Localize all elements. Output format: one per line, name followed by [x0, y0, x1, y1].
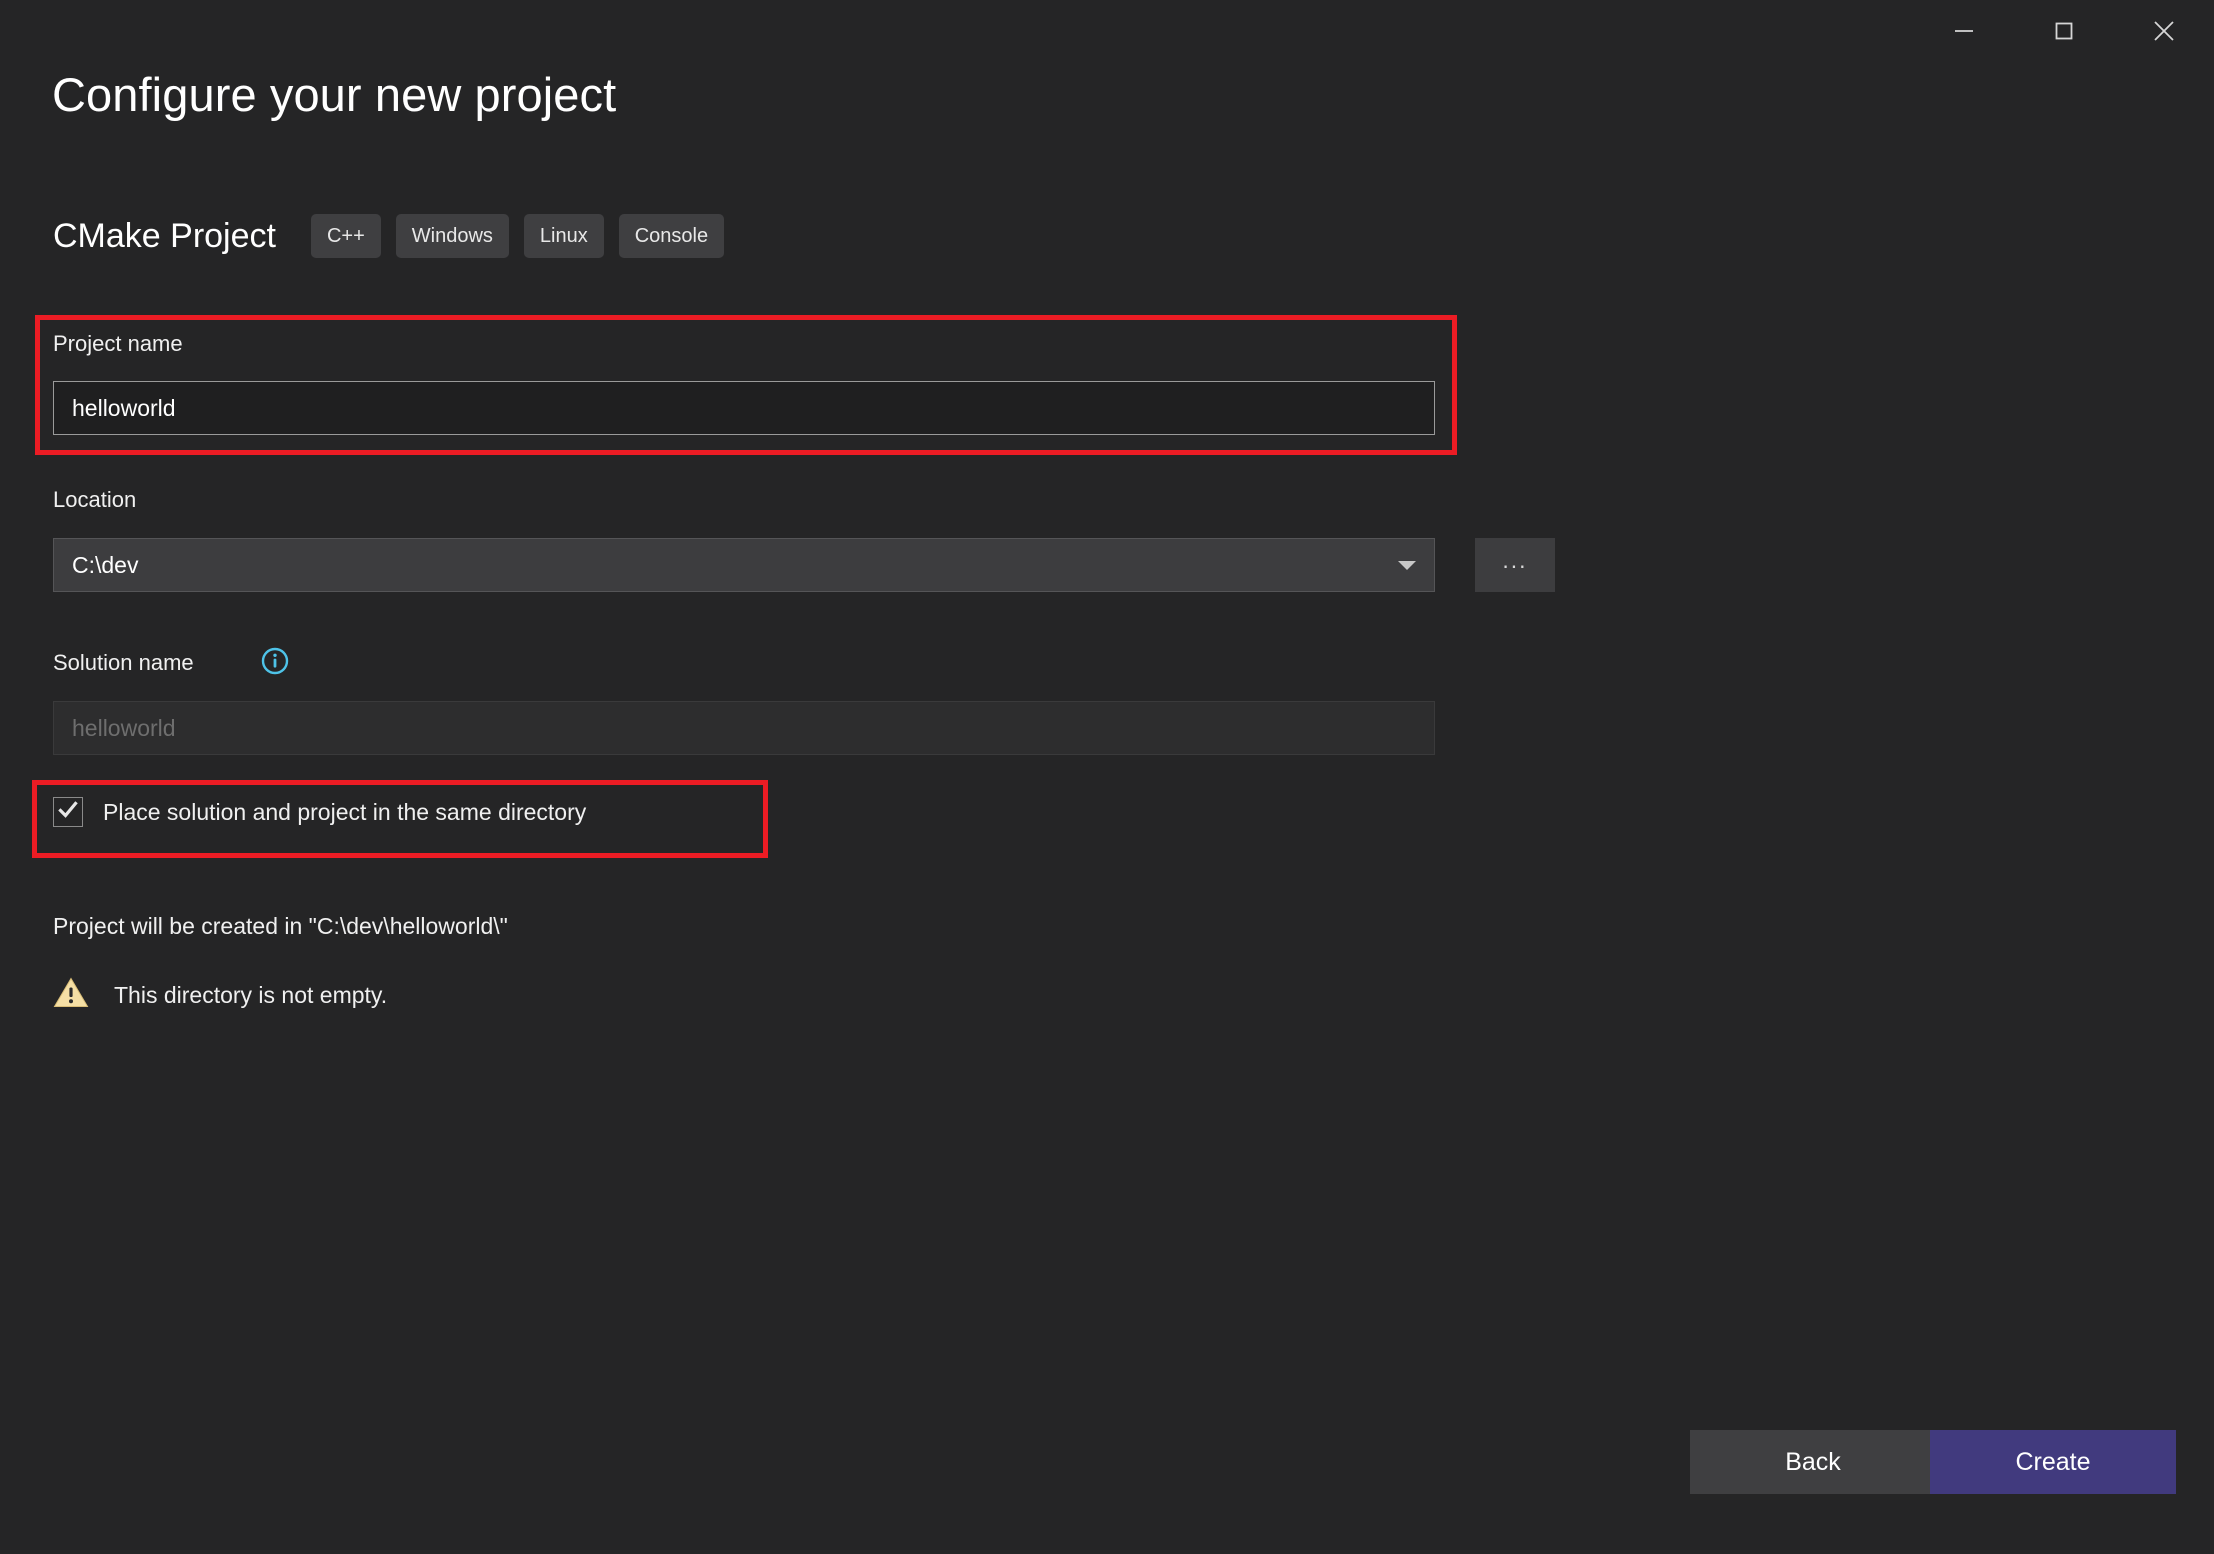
browse-location-button[interactable]: ... — [1475, 538, 1555, 592]
location-label: Location — [53, 487, 137, 512]
chevron-down-icon — [1398, 560, 1416, 570]
warning-triangle-icon — [53, 976, 89, 1014]
solution-name-label: Solution name — [53, 650, 194, 675]
tag-platform-linux: Linux — [523, 214, 604, 258]
close-icon — [2149, 16, 2179, 46]
info-circle-icon[interactable] — [261, 647, 289, 675]
maximize-icon — [2050, 17, 2078, 45]
location-value: C:\dev — [72, 551, 139, 578]
same-directory-checkbox-label: Place solution and project in the same d… — [103, 798, 587, 825]
minimize-icon — [1950, 17, 1978, 45]
tag-language: C++ — [310, 214, 381, 258]
project-name-label: Project name — [53, 331, 183, 356]
maximize-button[interactable] — [2014, 0, 2114, 62]
tag-platform-windows: Windows — [395, 214, 509, 258]
project-name-input[interactable]: helloworld — [53, 381, 1435, 435]
create-button[interactable]: Create — [1930, 1430, 2176, 1494]
dialog-footer: Back Create — [0, 1430, 2214, 1494]
template-summary: CMake Project C++ Windows Linux Console — [53, 212, 739, 260]
same-directory-checkbox-row[interactable]: Place solution and project in the same d… — [53, 797, 586, 827]
minimize-button[interactable] — [1914, 0, 2014, 62]
same-directory-checkbox[interactable] — [53, 797, 83, 827]
location-combobox[interactable]: C:\dev — [53, 538, 1435, 592]
solution-name-input: helloworld — [53, 701, 1435, 755]
checkmark-icon — [57, 799, 79, 826]
template-name: CMake Project — [53, 217, 276, 255]
project-created-in-text: Project will be created in "C:\dev\hello… — [53, 913, 508, 939]
close-button[interactable] — [2114, 0, 2214, 62]
directory-not-empty-warning: This directory is not empty. — [53, 976, 387, 1014]
page-title: Configure your new project — [52, 68, 617, 121]
warning-message: This directory is not empty. — [114, 981, 388, 1008]
title-bar — [0, 0, 2214, 62]
tag-project-type-console: Console — [618, 214, 725, 258]
back-button[interactable]: Back — [1690, 1430, 1936, 1494]
